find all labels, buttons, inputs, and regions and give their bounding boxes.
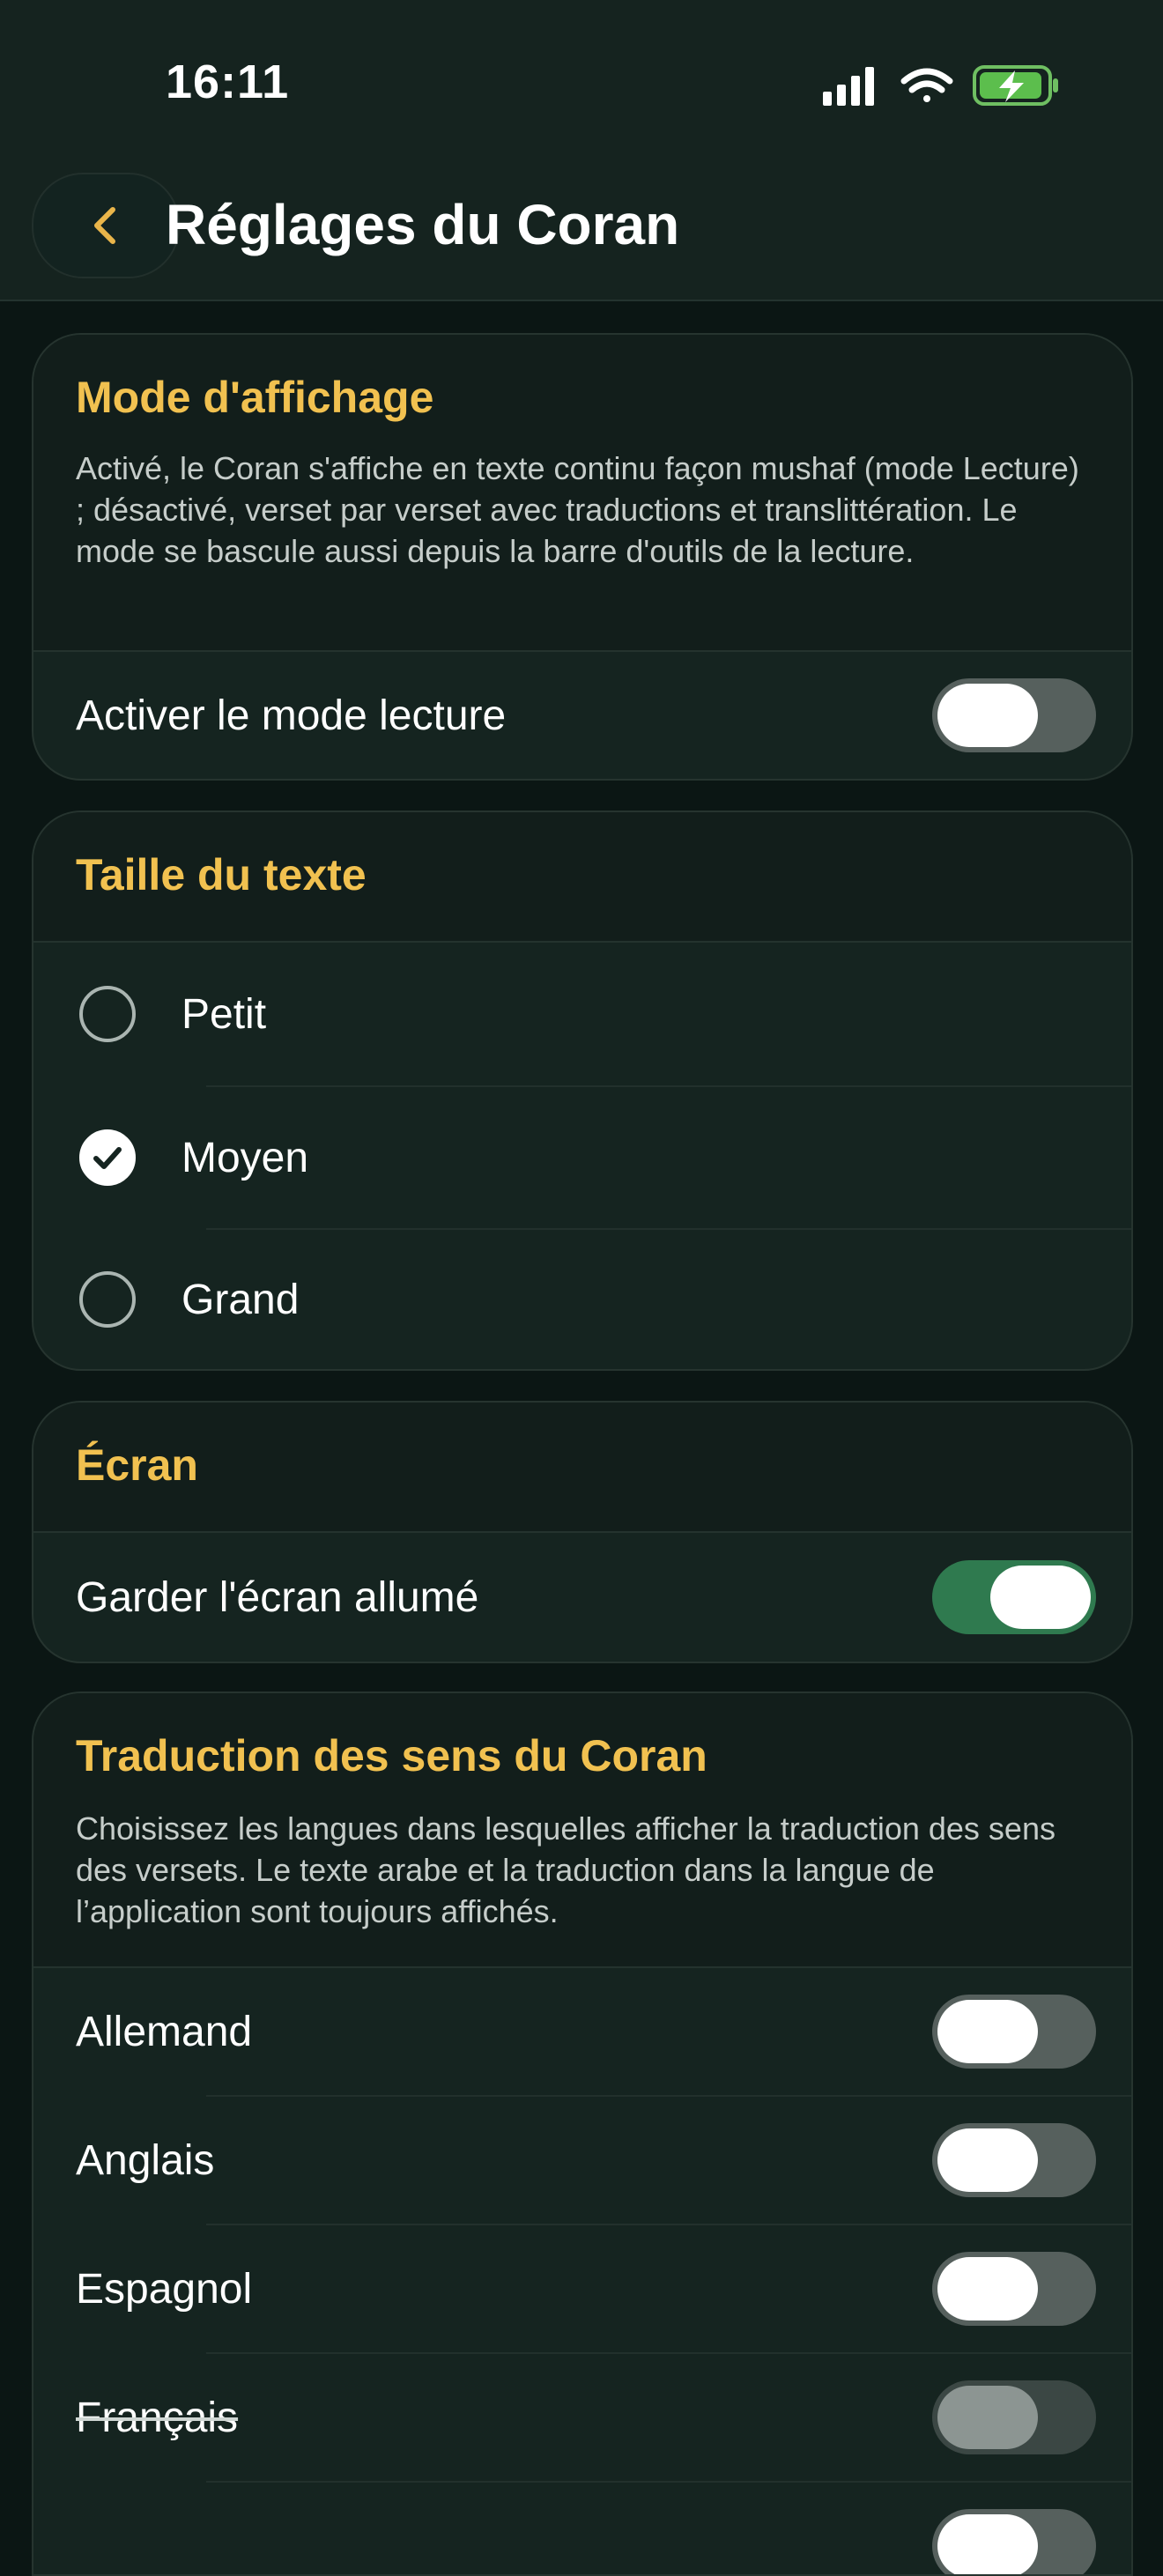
toggle-knob — [937, 2257, 1038, 2321]
toggle-knob — [937, 2386, 1038, 2449]
keep-screen-on-label: Garder l'écran allumé — [76, 1573, 479, 1621]
text-size-header: Taille du texte — [33, 812, 1131, 943]
text-size-option-grand[interactable]: Grand — [33, 1230, 1131, 1369]
screen-card: Écran Garder l'écran allumé — [32, 1401, 1133, 1663]
top-bar: 16:11 Réglages du Coran — [0, 0, 1163, 301]
keep-screen-on-row[interactable]: Garder l'écran allumé — [33, 1533, 1131, 1662]
language-row-partial[interactable] — [33, 2483, 1131, 2574]
radio-moyen[interactable] — [79, 1129, 136, 1186]
battery-charging-icon — [973, 65, 1058, 106]
toggle-knob — [937, 2514, 1038, 2574]
page-title: Réglages du Coran — [166, 193, 680, 256]
language-label-allemand: Allemand — [76, 2008, 253, 2055]
language-row-espagnol[interactable]: Espagnol — [33, 2225, 1131, 2352]
language-row-allemand[interactable]: Allemand — [33, 1968, 1131, 2095]
language-toggle-francais — [932, 2380, 1096, 2454]
chevron-left-icon — [94, 207, 115, 244]
toggle-knob — [990, 1566, 1091, 1629]
display-mode-title: Mode d'affichage — [76, 373, 434, 422]
text-size-title: Taille du texte — [76, 850, 367, 899]
reading-mode-row[interactable]: Activer le mode lecture — [33, 652, 1131, 779]
screen-title: Écran — [76, 1440, 198, 1490]
language-row-anglais[interactable]: Anglais — [33, 2097, 1131, 2224]
display-mode-description: Activé, le Coran s'affiche en texte cont… — [76, 450, 1079, 569]
language-label-francais: Français — [76, 2394, 239, 2441]
status-time: 16:11 — [166, 56, 290, 108]
radio-label-moyen: Moyen — [181, 1134, 309, 1181]
reading-mode-label: Activer le mode lecture — [76, 692, 507, 739]
radio-petit[interactable] — [79, 986, 136, 1042]
toggle-knob — [937, 2000, 1038, 2063]
reading-mode-toggle[interactable] — [932, 678, 1096, 752]
toggle-knob — [937, 2128, 1038, 2192]
radio-label-petit: Petit — [181, 990, 267, 1038]
display-mode-header: Mode d'affichage Activé, le Coran s'affi… — [33, 335, 1131, 652]
language-toggle-allemand[interactable] — [932, 1995, 1096, 2069]
text-size-option-moyen[interactable]: Moyen — [33, 1087, 1131, 1228]
keep-screen-on-toggle[interactable] — [932, 1560, 1096, 1634]
language-toggle-partial[interactable] — [932, 2509, 1096, 2574]
checkmark-icon — [93, 1147, 122, 1169]
display-mode-card: Mode d'affichage Activé, le Coran s'affi… — [32, 333, 1133, 781]
language-row-francais: Français — [33, 2354, 1131, 2481]
language-label-espagnol: Espagnol — [76, 2265, 253, 2313]
language-label-anglais: Anglais — [76, 2136, 215, 2184]
screen-header: Écran — [33, 1403, 1131, 1533]
language-toggle-espagnol[interactable] — [932, 2252, 1096, 2326]
signal-icon — [823, 67, 874, 106]
text-size-card: Taille du texte Petit Moyen Grand — [32, 811, 1133, 1371]
text-size-option-petit[interactable]: Petit — [33, 943, 1131, 1085]
radio-grand[interactable] — [79, 1271, 136, 1328]
toggle-knob — [937, 684, 1038, 747]
wifi-icon — [900, 68, 953, 102]
translation-header: Traduction des sens du Coran Choisissez … — [33, 1693, 1131, 1968]
translation-card: Traduction des sens du Coran Choisissez … — [32, 1691, 1133, 2576]
back-button[interactable] — [32, 173, 180, 278]
status-icons — [823, 65, 1058, 106]
language-toggle-anglais[interactable] — [932, 2123, 1096, 2197]
radio-label-grand: Grand — [181, 1276, 300, 1323]
translation-title: Traduction des sens du Coran — [76, 1731, 707, 1780]
translation-description: Choisissez les langues dans lesquelles a… — [76, 1810, 1056, 1929]
